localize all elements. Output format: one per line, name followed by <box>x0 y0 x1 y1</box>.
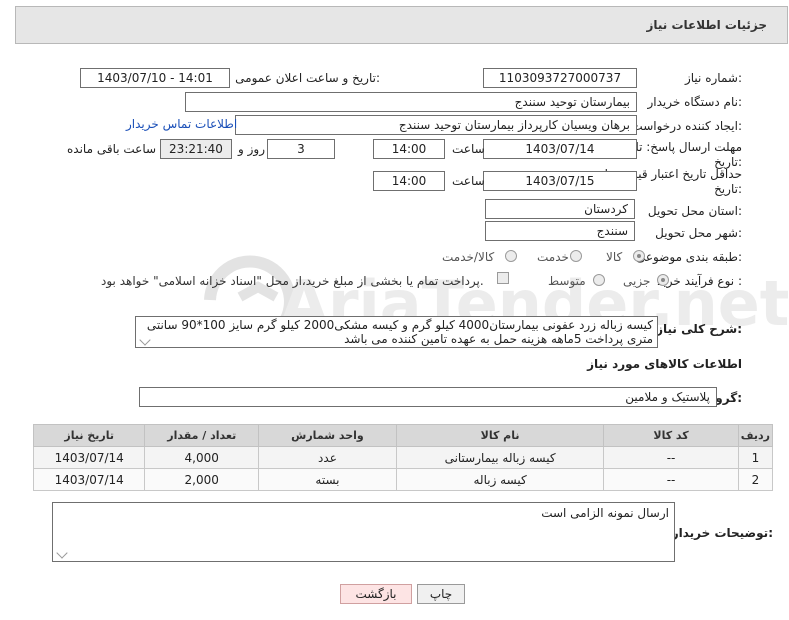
cell-code: -- <box>603 468 739 491</box>
goods-group-field: پلاستیک و ملامین <box>139 387 717 407</box>
cell-name: کیسه زباله بیمارستانی <box>395 446 605 469</box>
col-header-quantity: تعداد / مقدار <box>144 424 260 447</box>
cell-code: -- <box>603 446 739 469</box>
purchase-radio-minor[interactable] <box>657 274 669 286</box>
col-header-need-date: تاریخ نیاز <box>32 424 146 447</box>
validity-date-field: 1403/07/15 <box>483 171 637 191</box>
col-header-unit: واحد شمارش <box>258 424 397 447</box>
remaining-time-field: 23:21:40 <box>160 139 232 159</box>
days-label: روز و <box>238 142 265 156</box>
print-button[interactable]: چاپ <box>417 584 465 604</box>
requester-field: برهان ویسیان کارپرداز بیمارستان توحید سن… <box>235 115 637 135</box>
cell-unit: عدد <box>258 446 397 469</box>
requester-label: ایجاد کننده درخواست: <box>631 119 742 133</box>
category-label: طبقه بندی موضوعی: <box>635 250 742 264</box>
table-row: 2 -- کیسه زباله بسته 2,000 1403/07/14 <box>32 468 774 491</box>
need-number-field: 1103093727000737 <box>483 68 637 88</box>
cell-quantity: 4,000 <box>144 446 260 469</box>
category-option-goods-service: کالا/خدمت <box>442 250 495 264</box>
purchase-type-label: نوع فرآیند خرید : <box>657 274 742 288</box>
validity-label-line2: تاریخ: <box>714 182 742 196</box>
deadline-label-line1: مهلت ارسال پاسخ: تا <box>635 140 742 154</box>
category-radio-goods[interactable] <box>633 250 645 262</box>
province-field: کردستان <box>485 199 635 219</box>
purchase-option-medium: متوسط <box>548 274 586 288</box>
treasury-payment-note: پرداخت تمام یا بخشی از مبلغ خرید،از محل … <box>101 274 484 288</box>
header-panel: جزئیات اطلاعات نیاز <box>15 6 788 44</box>
deadline-time-label: ساعت <box>452 142 485 156</box>
table-row: 1 -- کیسه زباله بیمارستانی عدد 4,000 140… <box>32 446 774 469</box>
summary-label: شرح کلی نیاز: <box>656 322 742 336</box>
city-field: سنندج <box>485 221 635 241</box>
purchase-option-minor: جزیی <box>623 274 651 288</box>
col-header-row: ردیف <box>737 424 774 447</box>
buyer-org-field: بیمارستان توحید سنندج <box>185 92 637 112</box>
deadline-time-field: 14:00 <box>373 139 445 159</box>
city-label: شهر محل تحویل: <box>655 226 742 240</box>
buyer-notes-label: توضیحات خریدار: <box>671 526 773 540</box>
remaining-time-label: ساعت باقی مانده <box>67 142 157 156</box>
cell-need-date: 1403/07/14 <box>32 446 146 469</box>
goods-section-title: اطلاعات کالاهای مورد نیاز <box>587 357 742 371</box>
treasury-payment-checkbox[interactable] <box>497 272 509 284</box>
cell-quantity: 2,000 <box>144 468 260 491</box>
goods-table: ردیف کد کالا نام کالا واحد شمارش تعداد /… <box>32 424 774 491</box>
category-option-goods: کالا <box>606 250 623 264</box>
announce-field: 1403/07/10 - 14:01 <box>80 68 230 88</box>
buyer-contact-link[interactable]: اطلاعات تماس خریدار <box>126 117 237 131</box>
watermark-logo: AriaTender.net <box>204 255 789 348</box>
category-radio-service[interactable] <box>570 250 582 262</box>
page-title: جزئیات اطلاعات نیاز <box>646 18 767 32</box>
validity-time-label: ساعت <box>452 174 485 188</box>
cell-row-number: 1 <box>737 446 774 469</box>
deadline-date-field: 1403/07/14 <box>483 139 637 159</box>
validity-time-field: 14:00 <box>373 171 445 191</box>
buyer-org-label: نام دستگاه خریدار: <box>647 95 743 109</box>
summary-textarea[interactable]: کیسه زباله زرد عفونی بیمارستان4000 کیلو … <box>135 316 658 348</box>
col-header-name: نام کالا <box>395 424 605 447</box>
announce-label: تاریخ و ساعت اعلان عمومی: <box>235 71 380 85</box>
category-option-service: خدمت <box>537 250 569 264</box>
cell-name: کیسه زباله <box>395 468 605 491</box>
buyer-notes-textarea[interactable]: ارسال نمونه الزامی است <box>52 502 675 562</box>
back-button[interactable]: بازگشت <box>340 584 412 604</box>
need-number-label: شماره نیاز: <box>684 71 742 85</box>
days-remaining-field: 3 <box>267 139 335 159</box>
cell-unit: بسته <box>258 468 397 491</box>
cell-need-date: 1403/07/14 <box>32 468 146 491</box>
province-label: استان محل تحویل: <box>647 204 742 218</box>
col-header-code: کد کالا <box>603 424 739 447</box>
category-radio-goods-service[interactable] <box>505 250 517 262</box>
cell-row-number: 2 <box>737 468 774 491</box>
goods-table-header: ردیف کد کالا نام کالا واحد شمارش تعداد /… <box>32 424 774 447</box>
purchase-radio-medium[interactable] <box>593 274 605 286</box>
